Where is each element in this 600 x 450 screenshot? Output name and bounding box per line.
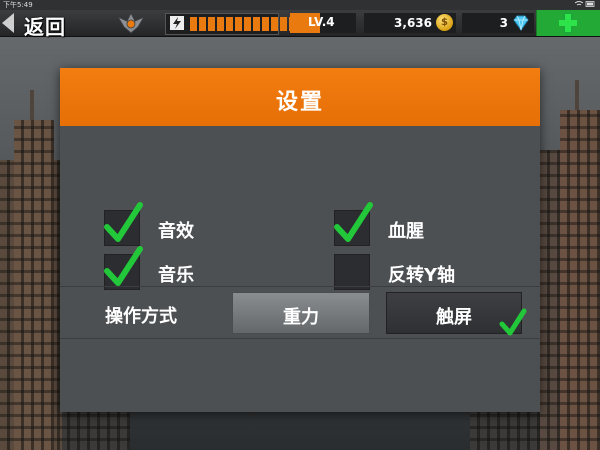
check-icon bbox=[104, 246, 143, 286]
building bbox=[560, 110, 600, 450]
energy-cell bbox=[235, 17, 242, 31]
energy-cell bbox=[262, 17, 269, 31]
energy-cell bbox=[244, 17, 251, 31]
dialog-header: 设置 bbox=[60, 68, 540, 126]
divider bbox=[60, 338, 540, 339]
energy-meter bbox=[165, 13, 296, 35]
option-label: 音效 bbox=[158, 221, 194, 242]
plus-icon-bar bbox=[559, 20, 577, 26]
touch-mode-button[interactable]: 触屏 bbox=[386, 292, 527, 336]
add-currency-button[interactable] bbox=[536, 10, 600, 36]
option-label: 血腥 bbox=[388, 221, 424, 242]
energy-cell bbox=[217, 17, 224, 31]
coin-icon: $ bbox=[436, 14, 453, 31]
gem-counter: 3 bbox=[462, 13, 534, 33]
check-icon bbox=[104, 202, 143, 242]
option-label: 音乐 bbox=[158, 265, 194, 286]
energy-cell bbox=[208, 17, 215, 31]
system-status-bar: 下午5:49 bbox=[0, 0, 600, 10]
level-indicator: LV.4 bbox=[290, 13, 356, 33]
settings-dialog: 设置 音效 音乐 血腥 反转Y轴 操作方式 重力 触屏 bbox=[60, 68, 540, 412]
gem-value: 3 bbox=[499, 16, 508, 30]
building bbox=[14, 120, 54, 450]
energy-cell bbox=[190, 17, 197, 31]
divider bbox=[60, 286, 540, 287]
checkbox[interactable] bbox=[104, 246, 143, 290]
status-time: 下午5:49 bbox=[3, 1, 33, 9]
energy-cell bbox=[199, 17, 206, 31]
top-bar: 返回 LV.4 3,636 $ 3 bbox=[0, 10, 600, 39]
diamond-icon bbox=[513, 15, 529, 31]
gravity-mode-label: 重力 bbox=[283, 307, 319, 328]
back-button[interactable]: 返回 bbox=[2, 10, 82, 39]
selected-check-icon bbox=[499, 308, 527, 336]
dialog-title: 设置 bbox=[275, 90, 324, 115]
back-arrow-icon bbox=[2, 13, 14, 33]
level-label: LV.4 bbox=[308, 15, 335, 29]
back-label: 返回 bbox=[24, 15, 66, 39]
coin-counter: 3,636 $ bbox=[364, 13, 456, 33]
gravity-mode-button[interactable]: 重力 bbox=[232, 292, 370, 334]
energy-cells bbox=[190, 17, 296, 31]
energy-cell bbox=[271, 17, 278, 31]
building-spire bbox=[30, 90, 34, 120]
energy-cell bbox=[253, 17, 260, 31]
option-label: 反转Y轴 bbox=[388, 265, 456, 286]
building-spire bbox=[575, 80, 579, 110]
checkbox[interactable] bbox=[334, 254, 370, 290]
energy-cell bbox=[280, 17, 287, 31]
check-icon bbox=[334, 202, 373, 242]
lightning-bolt-icon bbox=[170, 16, 184, 30]
rank-badge-icon[interactable] bbox=[118, 11, 144, 35]
checkbox[interactable] bbox=[334, 202, 373, 246]
control-mode-label: 操作方式 bbox=[105, 306, 177, 327]
coin-value: 3,636 bbox=[394, 16, 432, 30]
wifi-battery-icon bbox=[574, 1, 595, 7]
energy-cell bbox=[226, 17, 233, 31]
checkbox[interactable] bbox=[104, 202, 143, 246]
